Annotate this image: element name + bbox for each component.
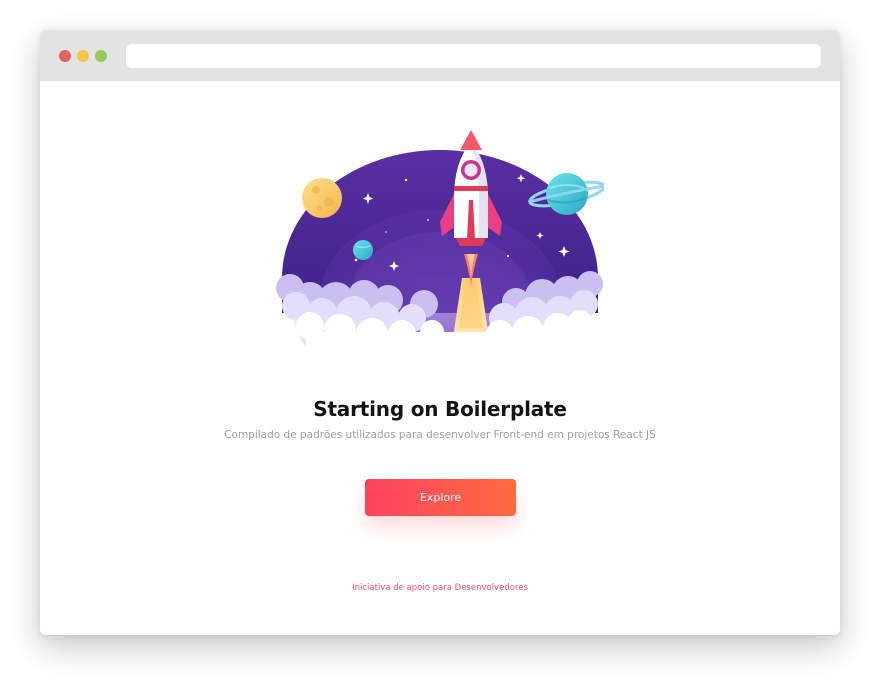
address-bar-input[interactable] [126, 44, 821, 68]
minimize-window-button[interactable] [77, 50, 89, 62]
close-window-button[interactable] [59, 50, 71, 62]
page: Starting on Boilerplate Compilado de pad… [0, 0, 882, 687]
page-title: Starting on Boilerplate [313, 397, 567, 421]
browser-titlebar [40, 30, 840, 81]
moon-icon [302, 178, 342, 218]
page-content: Starting on Boilerplate Compilado de pad… [40, 81, 840, 635]
explore-button[interactable]: Explore [365, 479, 516, 516]
small-planet-icon [353, 240, 373, 260]
footer-support-link[interactable]: Iniciativa de apoio para Desenvolvedores [40, 583, 840, 593]
maximize-window-button[interactable] [95, 50, 107, 62]
page-subtitle: Compilado de padrões utilizados para des… [224, 429, 656, 441]
browser-window: Starting on Boilerplate Compilado de pad… [40, 30, 840, 635]
rocket-launch-illustration [276, 130, 604, 348]
